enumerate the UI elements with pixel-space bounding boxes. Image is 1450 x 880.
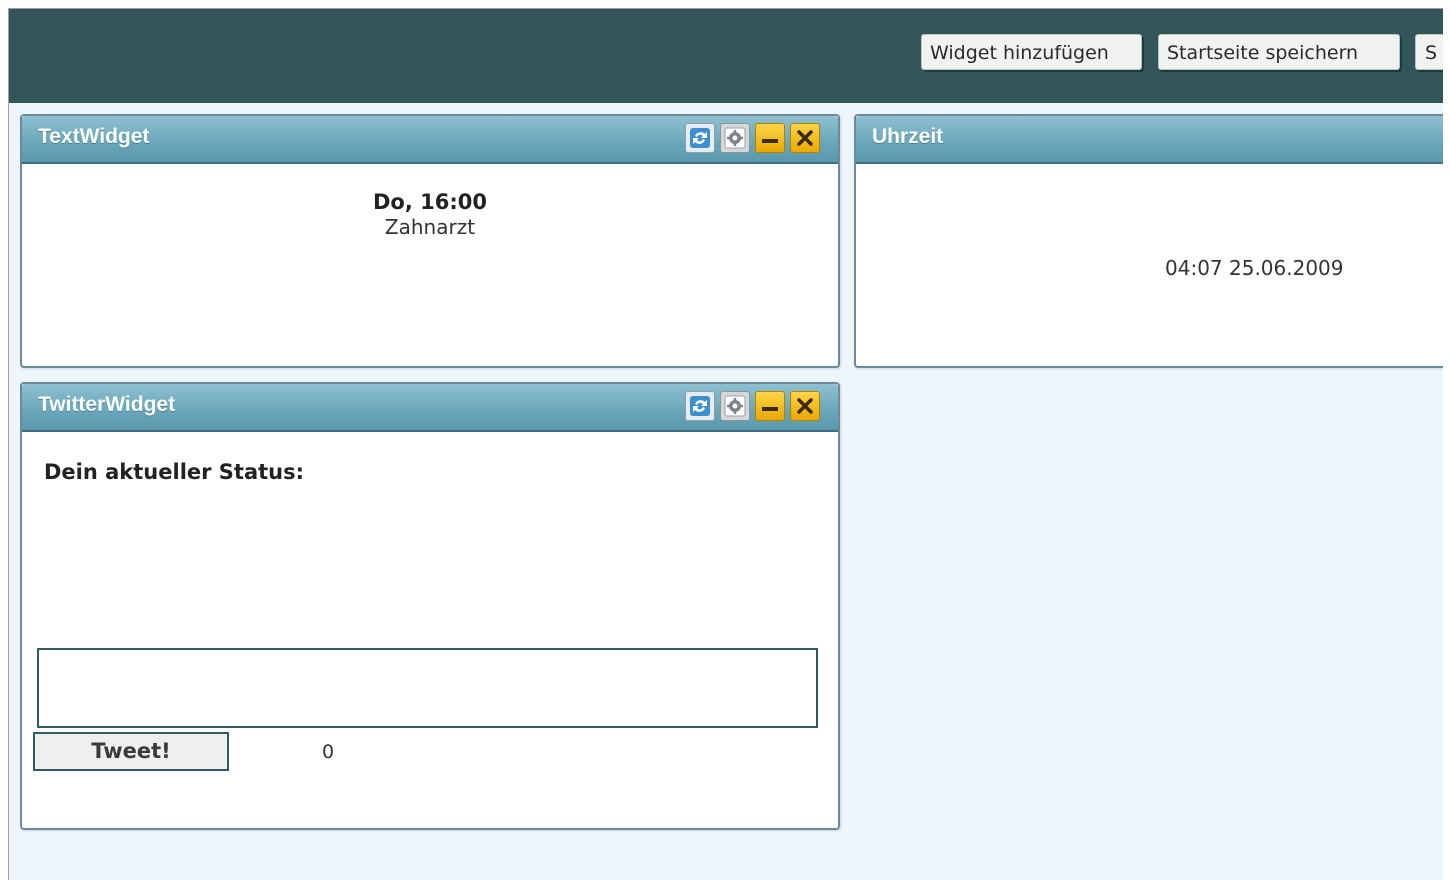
toolbar-button-cut-off[interactable]: S [1415, 34, 1443, 70]
dashboard-page: Widget hinzufügen Startseite speichern S… [8, 8, 1443, 880]
minimize-icon[interactable] [755, 123, 785, 153]
gear-icon[interactable] [720, 123, 750, 153]
status-input[interactable] [37, 648, 818, 728]
widget-controls [685, 391, 820, 423]
refresh-icon[interactable] [685, 391, 715, 421]
appointment-note: Zahnarzt [384, 215, 476, 239]
top-toolbar: Widget hinzufügen Startseite speichern S [9, 9, 1443, 103]
widget-header[interactable]: TwitterWidget [22, 384, 838, 432]
twitter-widget: TwitterWidget Dein aktueller Status: Twe… [20, 382, 840, 830]
widget-header[interactable]: TextWidget [22, 116, 838, 164]
widget-controls [685, 123, 820, 155]
tweet-button[interactable]: Tweet! [33, 732, 229, 771]
refresh-icon[interactable] [685, 123, 715, 153]
widget-header[interactable]: Uhrzeit [856, 116, 1443, 164]
clock-widget: Uhrzeit 04:07 25.06.2009 [854, 114, 1443, 368]
widget-title: TwitterWidget [38, 393, 176, 416]
character-counter: 0 [322, 741, 335, 763]
gear-icon[interactable] [720, 391, 750, 421]
close-icon[interactable] [790, 123, 820, 153]
close-icon[interactable] [790, 391, 820, 421]
status-label: Dein aktueller Status: [44, 460, 305, 484]
save-start-page-button[interactable]: Startseite speichern [1158, 34, 1400, 70]
widget-title: TextWidget [38, 125, 150, 148]
minimize-icon[interactable] [755, 391, 785, 421]
widget-title: Uhrzeit [872, 125, 944, 148]
add-widget-button[interactable]: Widget hinzufügen [921, 34, 1142, 70]
text-widget: TextWidget Do, 16:00 Zahnarzt [20, 114, 840, 368]
clock-time-date: 04:07 25.06.2009 [1165, 256, 1344, 280]
appointment-time: Do, 16:00 [373, 190, 487, 214]
